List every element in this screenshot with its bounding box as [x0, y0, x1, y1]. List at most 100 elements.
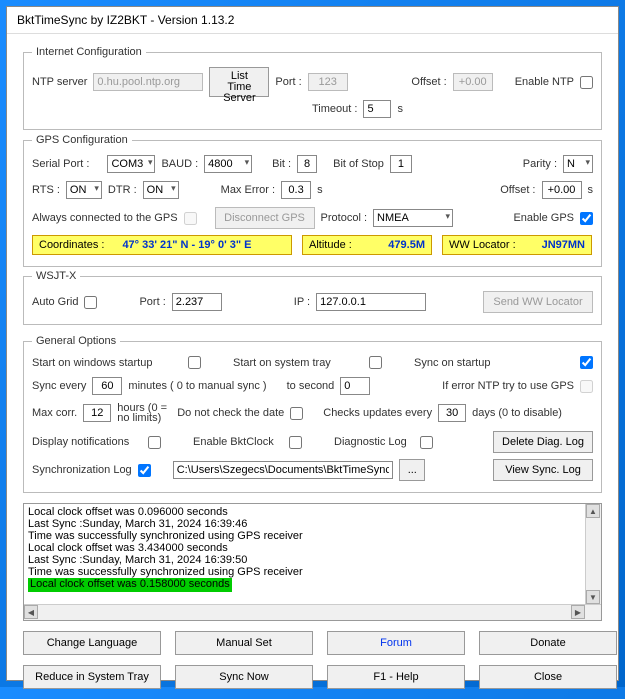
offset-input[interactable] [453, 73, 493, 91]
internet-legend: Internet Configuration [32, 46, 146, 58]
browse-button[interactable]: ... [399, 459, 425, 481]
display-notif-checkbox[interactable] [148, 436, 161, 449]
scroll-up-icon[interactable]: ▲ [586, 504, 600, 518]
gps-offset-unit: s [588, 184, 594, 196]
protocol-select[interactable] [373, 209, 453, 227]
baud-select[interactable] [204, 155, 252, 173]
bit-input[interactable] [297, 155, 317, 173]
altitude-label: Altitude : [309, 239, 352, 251]
scroll-down-icon[interactable]: ▼ [586, 590, 600, 604]
start-tray-checkbox[interactable] [369, 356, 382, 369]
scroll-right-icon[interactable]: ▶ [571, 605, 585, 619]
gps-offset-label: Offset : [500, 184, 535, 196]
sync-startup-label: Sync on startup [414, 357, 490, 369]
max-corr-input[interactable] [83, 404, 111, 422]
log-line: Local clock offset was 0.096000 seconds [28, 506, 597, 518]
offset-label: Offset : [411, 76, 446, 88]
maxerr-input[interactable] [281, 181, 311, 199]
check-updates-label: Checks updates every [323, 407, 432, 419]
display-notif-label: Display notifications [32, 436, 142, 448]
wsjt-port-label: Port : [139, 296, 165, 308]
coordinates-label: Coordinates : [39, 239, 104, 251]
ntp-server-input[interactable] [93, 73, 203, 91]
maxerr-unit: s [317, 184, 323, 196]
no-check-date-checkbox[interactable] [290, 407, 303, 420]
stop-label: Bit of Stop [333, 158, 384, 170]
help-button[interactable]: F1 - Help [327, 665, 465, 689]
close-button[interactable]: Close [479, 665, 617, 689]
gps-legend: GPS Configuration [32, 134, 132, 146]
sync-now-button[interactable]: Sync Now [175, 665, 313, 689]
bit-label: Bit : [272, 158, 291, 170]
horizontal-scrollbar[interactable]: ◀ ▶ [24, 604, 601, 620]
diag-log-checkbox[interactable] [420, 436, 433, 449]
log-line: Time was successfully synchronized using… [28, 530, 597, 542]
check-updates-input[interactable] [438, 404, 466, 422]
gps-config-group: GPS Configuration Serial Port : BAUD : B… [23, 134, 602, 267]
always-connected-checkbox [184, 212, 197, 225]
sync-every-unit: minutes ( 0 to manual sync ) [128, 380, 266, 392]
enable-gps-checkbox[interactable] [580, 212, 593, 225]
log-line: Local clock offset was 3.434000 seconds [28, 542, 597, 554]
start-tray-label: Start on system tray [233, 357, 363, 369]
enable-ntp-label: Enable NTP [515, 76, 574, 88]
timeout-label: Timeout : [312, 103, 357, 115]
window-title: BktTimeSync by IZ2BKT - Version 1.13.2 [7, 7, 618, 34]
manual-set-button[interactable]: Manual Set [175, 631, 313, 655]
dtr-select[interactable] [143, 181, 179, 199]
log-output[interactable]: Local clock offset was 0.096000 seconds … [23, 503, 602, 621]
wsjt-port-input[interactable] [172, 293, 222, 311]
dtr-label: DTR : [108, 184, 137, 196]
internet-config-group: Internet Configuration NTP server List T… [23, 46, 602, 130]
log-line: Last Sync :Sunday, March 31, 2024 16:39:… [28, 554, 597, 566]
sync-every-label: Sync every [32, 380, 86, 392]
change-language-button[interactable]: Change Language [23, 631, 161, 655]
stop-input[interactable] [390, 155, 412, 173]
wsjtx-legend: WSJT-X [32, 270, 80, 282]
parity-label: Parity : [523, 158, 557, 170]
view-sync-button[interactable]: View Sync. Log [493, 459, 593, 481]
max-corr-label: Max corr. [32, 407, 77, 419]
general-legend: General Options [32, 335, 120, 347]
delete-diag-button[interactable]: Delete Diag. Log [493, 431, 593, 453]
vertical-scrollbar[interactable]: ▲ ▼ [585, 504, 601, 604]
scroll-left-icon[interactable]: ◀ [24, 605, 38, 619]
to-second-input[interactable] [340, 377, 370, 395]
gps-offset-input[interactable] [542, 181, 582, 199]
sync-log-checkbox[interactable] [138, 464, 151, 477]
always-connected-label: Always connected to the GPS [32, 212, 178, 224]
wsjt-ip-input[interactable] [316, 293, 426, 311]
autogrid-checkbox[interactable] [84, 296, 97, 309]
diag-log-label: Diagnostic Log [334, 436, 414, 448]
general-options-group: General Options Start on windows startup… [23, 335, 602, 493]
timeout-unit: s [397, 103, 403, 115]
list-time-server-button[interactable]: List Time Server [209, 67, 269, 97]
forum-button[interactable]: Forum [327, 631, 465, 655]
timeout-input[interactable] [363, 100, 391, 118]
enable-ntp-checkbox[interactable] [580, 76, 593, 89]
ntp-server-label: NTP server [32, 76, 87, 88]
parity-select[interactable] [563, 155, 593, 173]
rts-label: RTS : [32, 184, 60, 196]
autogrid-label: Auto Grid [32, 296, 78, 308]
send-locator-button: Send WW Locator [483, 291, 593, 313]
start-windows-label: Start on windows startup [32, 357, 182, 369]
enable-clock-checkbox[interactable] [289, 436, 302, 449]
donate-button[interactable]: Donate [479, 631, 617, 655]
if-error-label: If error NTP try to use GPS [442, 380, 574, 392]
port-input[interactable] [308, 73, 348, 91]
serial-port-select[interactable] [107, 155, 155, 173]
check-updates-unit: days (0 to disable) [472, 407, 562, 419]
reduce-tray-button[interactable]: Reduce in System Tray [23, 665, 161, 689]
sync-startup-checkbox[interactable] [580, 356, 593, 369]
log-line: Last Sync :Sunday, March 31, 2024 16:39:… [28, 518, 597, 530]
altitude-value: 479.5M [388, 239, 425, 251]
locator-label: WW Locator : [449, 239, 516, 251]
start-windows-checkbox[interactable] [188, 356, 201, 369]
disconnect-gps-button: Disconnect GPS [215, 207, 315, 229]
if-error-checkbox [580, 380, 593, 393]
to-second-label: to second [287, 380, 335, 392]
sync-log-path-input[interactable] [173, 461, 393, 479]
rts-select[interactable] [66, 181, 102, 199]
sync-every-input[interactable] [92, 377, 122, 395]
